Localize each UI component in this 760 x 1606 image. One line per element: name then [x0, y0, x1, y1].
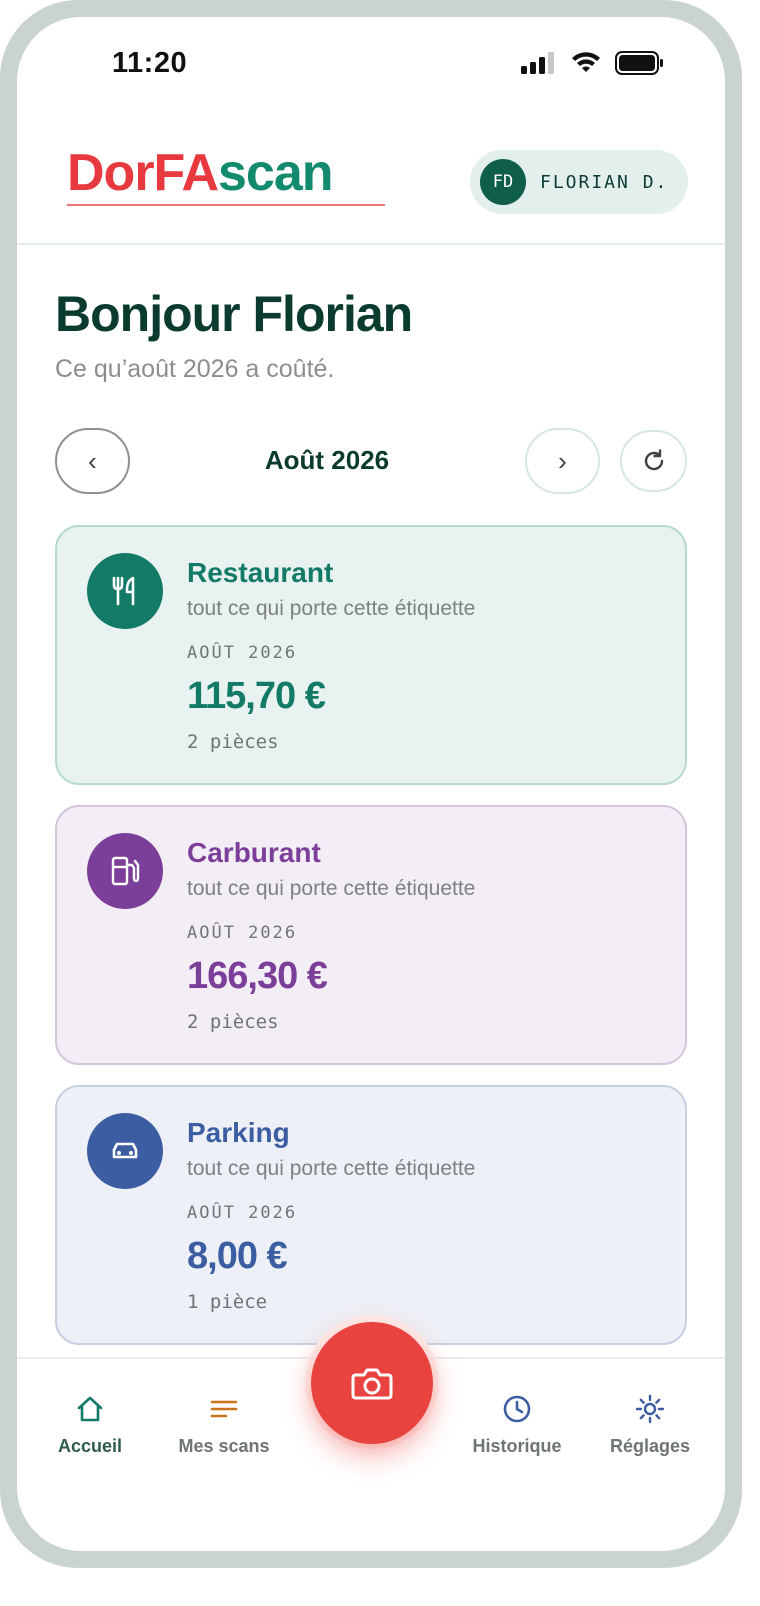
card-count: 2 pièces: [187, 1011, 279, 1033]
category-card-carburant[interactable]: Carburant tout ce qui porte cette étique…: [55, 805, 687, 1065]
fork-knife-icon: [87, 553, 163, 629]
category-card-parking[interactable]: Parking tout ce qui porte cette étiquett…: [55, 1085, 687, 1345]
card-title: Restaurant: [187, 557, 334, 588]
status-icons: [521, 51, 665, 75]
tab-home[interactable]: Accueil: [25, 1392, 155, 1457]
camera-icon: [351, 1368, 393, 1400]
tab-scans-label: Mes scans: [178, 1436, 270, 1456]
next-month-button[interactable]: ›: [525, 428, 600, 494]
device-frame: 11:20 DorFAscan FD FLORIAN D. Bonjour Fl…: [0, 0, 742, 1568]
card-period: AOÛT 2026: [187, 643, 298, 663]
current-month-label: Août 2026: [264, 445, 390, 475]
app-logo[interactable]: DorFAscan: [67, 144, 334, 202]
avatar: FD: [480, 159, 526, 205]
user-profile-button[interactable]: FD FLORIAN D.: [470, 150, 688, 214]
chevron-right-icon: ›: [558, 445, 567, 476]
card-period: AOÛT 2026: [187, 923, 298, 943]
card-description: tout ce qui porte cette étiquette: [187, 597, 476, 620]
card-description: tout ce qui porte cette étiquette: [187, 877, 476, 900]
tab-history[interactable]: Historique: [452, 1392, 582, 1457]
logo-part-teal: scan: [218, 144, 334, 202]
refresh-icon: [644, 449, 663, 471]
user-name: FLORIAN D.: [540, 171, 669, 193]
tab-settings[interactable]: Réglages: [585, 1392, 715, 1457]
tab-settings-label: Réglages: [609, 1436, 691, 1456]
card-count: 1 pièce: [187, 1291, 268, 1313]
car-icon: [87, 1113, 163, 1189]
fuel-pump-icon: [87, 833, 163, 909]
app-screen: 11:20 DorFAscan FD FLORIAN D. Bonjour Fl…: [17, 17, 725, 1551]
chevron-left-icon: ‹: [88, 445, 97, 476]
clock-icon: [503, 1395, 531, 1423]
list-icon: [210, 1400, 238, 1418]
card-amount: 166,30 €: [187, 955, 328, 997]
home-icon: [77, 1396, 103, 1422]
previous-month-button[interactable]: ‹: [55, 428, 130, 494]
tab-history-label: Historique: [472, 1436, 562, 1456]
card-description: tout ce qui porte cette étiquette: [187, 1157, 476, 1180]
card-title: Carburant: [187, 837, 321, 868]
header-divider: [17, 243, 725, 245]
logo-underline: [67, 204, 385, 206]
card-amount: 115,70 €: [187, 675, 326, 717]
camera-scan-button[interactable]: [311, 1322, 433, 1444]
logo-part-red: DorFA: [67, 144, 219, 202]
refresh-button[interactable]: [620, 430, 687, 492]
tab-scans[interactable]: Mes scans: [159, 1392, 289, 1457]
cellular-signal-icon: [521, 52, 554, 74]
card-period: AOÛT 2026: [187, 1203, 298, 1223]
greeting-subtitle: Ce qu’août 2026 a coûté.: [55, 355, 335, 383]
category-card-restaurant[interactable]: Restaurant tout ce qui porte cette étiqu…: [55, 525, 687, 785]
status-time: 11:20: [112, 47, 188, 79]
wifi-icon: [572, 52, 600, 72]
card-title: Parking: [187, 1117, 290, 1148]
card-count: 2 pièces: [187, 731, 279, 753]
battery-icon: [615, 51, 663, 75]
tab-home-label: Accueil: [57, 1436, 123, 1456]
card-amount: 8,00 €: [187, 1235, 288, 1277]
greeting-title: Bonjour Florian: [55, 286, 413, 342]
sun-settings-icon: [635, 1394, 665, 1424]
